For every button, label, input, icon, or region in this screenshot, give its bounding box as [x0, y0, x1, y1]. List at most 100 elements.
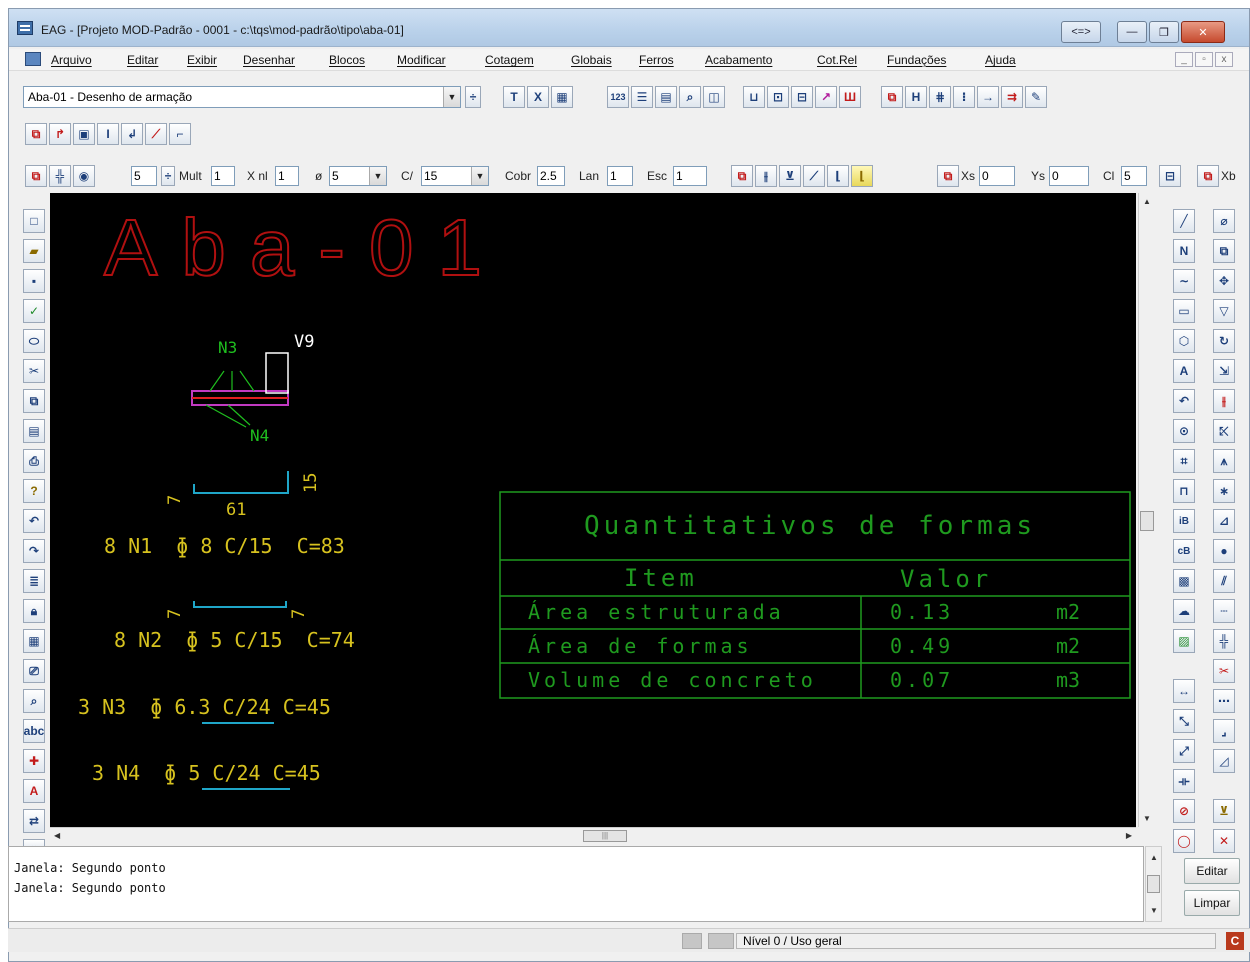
- curve-icon[interactable]: ∼: [1173, 269, 1195, 293]
- line-icon[interactable]: ╱: [1173, 209, 1195, 233]
- cl-field[interactable]: 5: [1121, 166, 1147, 186]
- menu-exibir[interactable]: Exibir: [187, 53, 217, 67]
- text-a-icon[interactable]: A: [23, 779, 45, 803]
- copy-icon[interactable]: ⧉: [23, 389, 45, 413]
- copy-objects-icon[interactable]: ⧉: [1213, 239, 1235, 263]
- menu-cotrel[interactable]: Cot.Rel: [817, 53, 857, 67]
- new-file-icon[interactable]: □: [23, 209, 45, 233]
- plot-icon[interactable]: ⎚: [23, 659, 45, 683]
- menu-ferros[interactable]: Ferros: [639, 53, 674, 67]
- chevron-down-icon[interactable]: ▼: [443, 87, 460, 107]
- point-icon[interactable]: ∗: [1213, 479, 1235, 503]
- window-icon[interactable]: ◫: [703, 86, 725, 108]
- menu-editar[interactable]: Editar: [127, 53, 158, 67]
- scroll-left-icon[interactable]: ◀: [54, 831, 60, 840]
- text-a-icon[interactable]: A: [1173, 359, 1195, 383]
- horizontal-scroll-thumb[interactable]: |||: [583, 830, 627, 842]
- text-style-icon[interactable]: ▦: [551, 86, 573, 108]
- image-icon[interactable]: ▩: [1173, 569, 1195, 593]
- bar-bend-icon[interactable]: ↱: [49, 123, 71, 145]
- bar-hook-icon[interactable]: ⌐: [169, 123, 191, 145]
- create-block-icon[interactable]: cB: [1173, 539, 1195, 563]
- menu-ajuda[interactable]: Ajuda: [985, 53, 1016, 67]
- mdi-minimize-button[interactable]: _: [1175, 52, 1193, 67]
- bar-mark-icon[interactable]: ▣: [73, 123, 95, 145]
- find-icon[interactable]: ⌕: [23, 689, 45, 713]
- extend-icon[interactable]: ⊿: [1213, 509, 1235, 533]
- split-icon[interactable]: ╬: [1213, 629, 1235, 653]
- scale-icon[interactable]: ⇲: [1213, 359, 1235, 383]
- text-icon[interactable]: T: [503, 86, 525, 108]
- cut-icon[interactable]: ✂: [23, 359, 45, 383]
- shape-stirrup-icon[interactable]: Ш: [839, 86, 861, 108]
- properties-icon[interactable]: ⧉: [937, 165, 959, 187]
- command-scroll-thumb[interactable]: [1147, 875, 1160, 893]
- ys-field[interactable]: 0: [1049, 166, 1089, 186]
- bar-corner-icon[interactable]: ⌊: [827, 165, 849, 187]
- bar-position-icon[interactable]: ╬: [49, 165, 71, 187]
- properties-icon[interactable]: ⧉: [25, 165, 47, 187]
- dimension-angle-icon[interactable]: ⤢: [1173, 739, 1195, 763]
- save-icon[interactable]: ▪: [23, 269, 45, 293]
- number-icon[interactable]: 123: [607, 86, 629, 108]
- spacing-select[interactable]: 15 ▼: [421, 166, 489, 186]
- shape-bent-icon[interactable]: ↗: [815, 86, 837, 108]
- dimension-linear-icon[interactable]: ↔: [1173, 679, 1195, 703]
- offset-icon[interactable]: ⫽: [1213, 569, 1235, 593]
- menu-cotagem[interactable]: Cotagem: [485, 53, 534, 67]
- document-icon[interactable]: [25, 52, 41, 66]
- command-scrollbar[interactable]: ▲ ▼: [1145, 846, 1162, 922]
- dimension-radius-icon[interactable]: ⊘: [1173, 799, 1195, 823]
- minimize-button[interactable]: —: [1117, 21, 1147, 43]
- menu-fundacoes[interactable]: Fundações: [887, 53, 946, 67]
- break-icon[interactable]: ⩚: [1213, 449, 1235, 473]
- dimension-hv-icon[interactable]: ⋕: [929, 86, 951, 108]
- bar-i-icon[interactable]: I: [97, 123, 119, 145]
- circle-icon[interactable]: ⊙: [1173, 419, 1195, 443]
- grid-icon[interactable]: ⊟: [1159, 165, 1181, 187]
- spell-icon[interactable]: abc: [23, 719, 45, 743]
- mult-field[interactable]: 1: [211, 166, 235, 186]
- layers-icon[interactable]: ⬭: [23, 329, 45, 353]
- rectangle-icon[interactable]: ▭: [1173, 299, 1195, 323]
- diameter-select[interactable]: 5 ▼: [329, 166, 387, 186]
- scroll-up-icon[interactable]: ▲: [1143, 197, 1151, 206]
- swap-icon[interactable]: ⇄: [23, 809, 45, 833]
- table-icon[interactable]: ▤: [655, 86, 677, 108]
- cut-line-icon[interactable]: ✂: [1213, 659, 1235, 683]
- block-icon[interactable]: ⊓: [1173, 479, 1195, 503]
- dimension-chain-icon[interactable]: ⟛: [1173, 769, 1195, 793]
- menu-modificar[interactable]: Modificar: [397, 53, 446, 67]
- esc-field[interactable]: 1: [673, 166, 707, 186]
- restore-button[interactable]: ❐: [1149, 21, 1179, 43]
- help-icon[interactable]: ?: [23, 479, 45, 503]
- palette-icon[interactable]: ▦: [23, 629, 45, 653]
- check-icon[interactable]: ✓: [23, 299, 45, 323]
- add-icon[interactable]: ✚: [23, 749, 45, 773]
- bar-step-icon[interactable]: ↲: [121, 123, 143, 145]
- xnl-field[interactable]: 1: [275, 166, 299, 186]
- fillet-icon[interactable]: ⌟: [1213, 719, 1235, 743]
- drawing-select[interactable]: Aba-01 - Desenho de armação ▼: [23, 86, 461, 108]
- edit-button[interactable]: Editar: [1184, 858, 1240, 884]
- title-extra-button[interactable]: <=>: [1061, 21, 1101, 43]
- cover-field[interactable]: 2.5: [537, 166, 565, 186]
- status-level[interactable]: Nível 0 / Uso geral: [736, 933, 1216, 949]
- hatch-icon[interactable]: ⌗: [1173, 449, 1195, 473]
- stack-icon[interactable]: ≣: [23, 569, 45, 593]
- list-icon[interactable]: ☰: [631, 86, 653, 108]
- polygon-icon[interactable]: ⬡: [1173, 329, 1195, 353]
- redo-icon[interactable]: ↷: [23, 539, 45, 563]
- spreadsheet-icon[interactable]: ▨: [1173, 629, 1195, 653]
- erase-icon[interactable]: ⌀: [1213, 209, 1235, 233]
- lan-field[interactable]: 1: [607, 166, 633, 186]
- dimension-list-icon[interactable]: ⁝: [953, 86, 975, 108]
- properties-icon[interactable]: ⧉: [25, 123, 47, 145]
- dimension-edit-icon[interactable]: ✎: [1025, 86, 1047, 108]
- vertical-scroll-thumb[interactable]: [1140, 511, 1154, 531]
- paste-icon[interactable]: ▤: [23, 419, 45, 443]
- menu-globais[interactable]: Globais: [571, 53, 612, 67]
- scroll-up-icon[interactable]: ▲: [1150, 853, 1158, 862]
- polyline-icon[interactable]: N: [1173, 239, 1195, 263]
- arc-icon[interactable]: ↶: [1173, 389, 1195, 413]
